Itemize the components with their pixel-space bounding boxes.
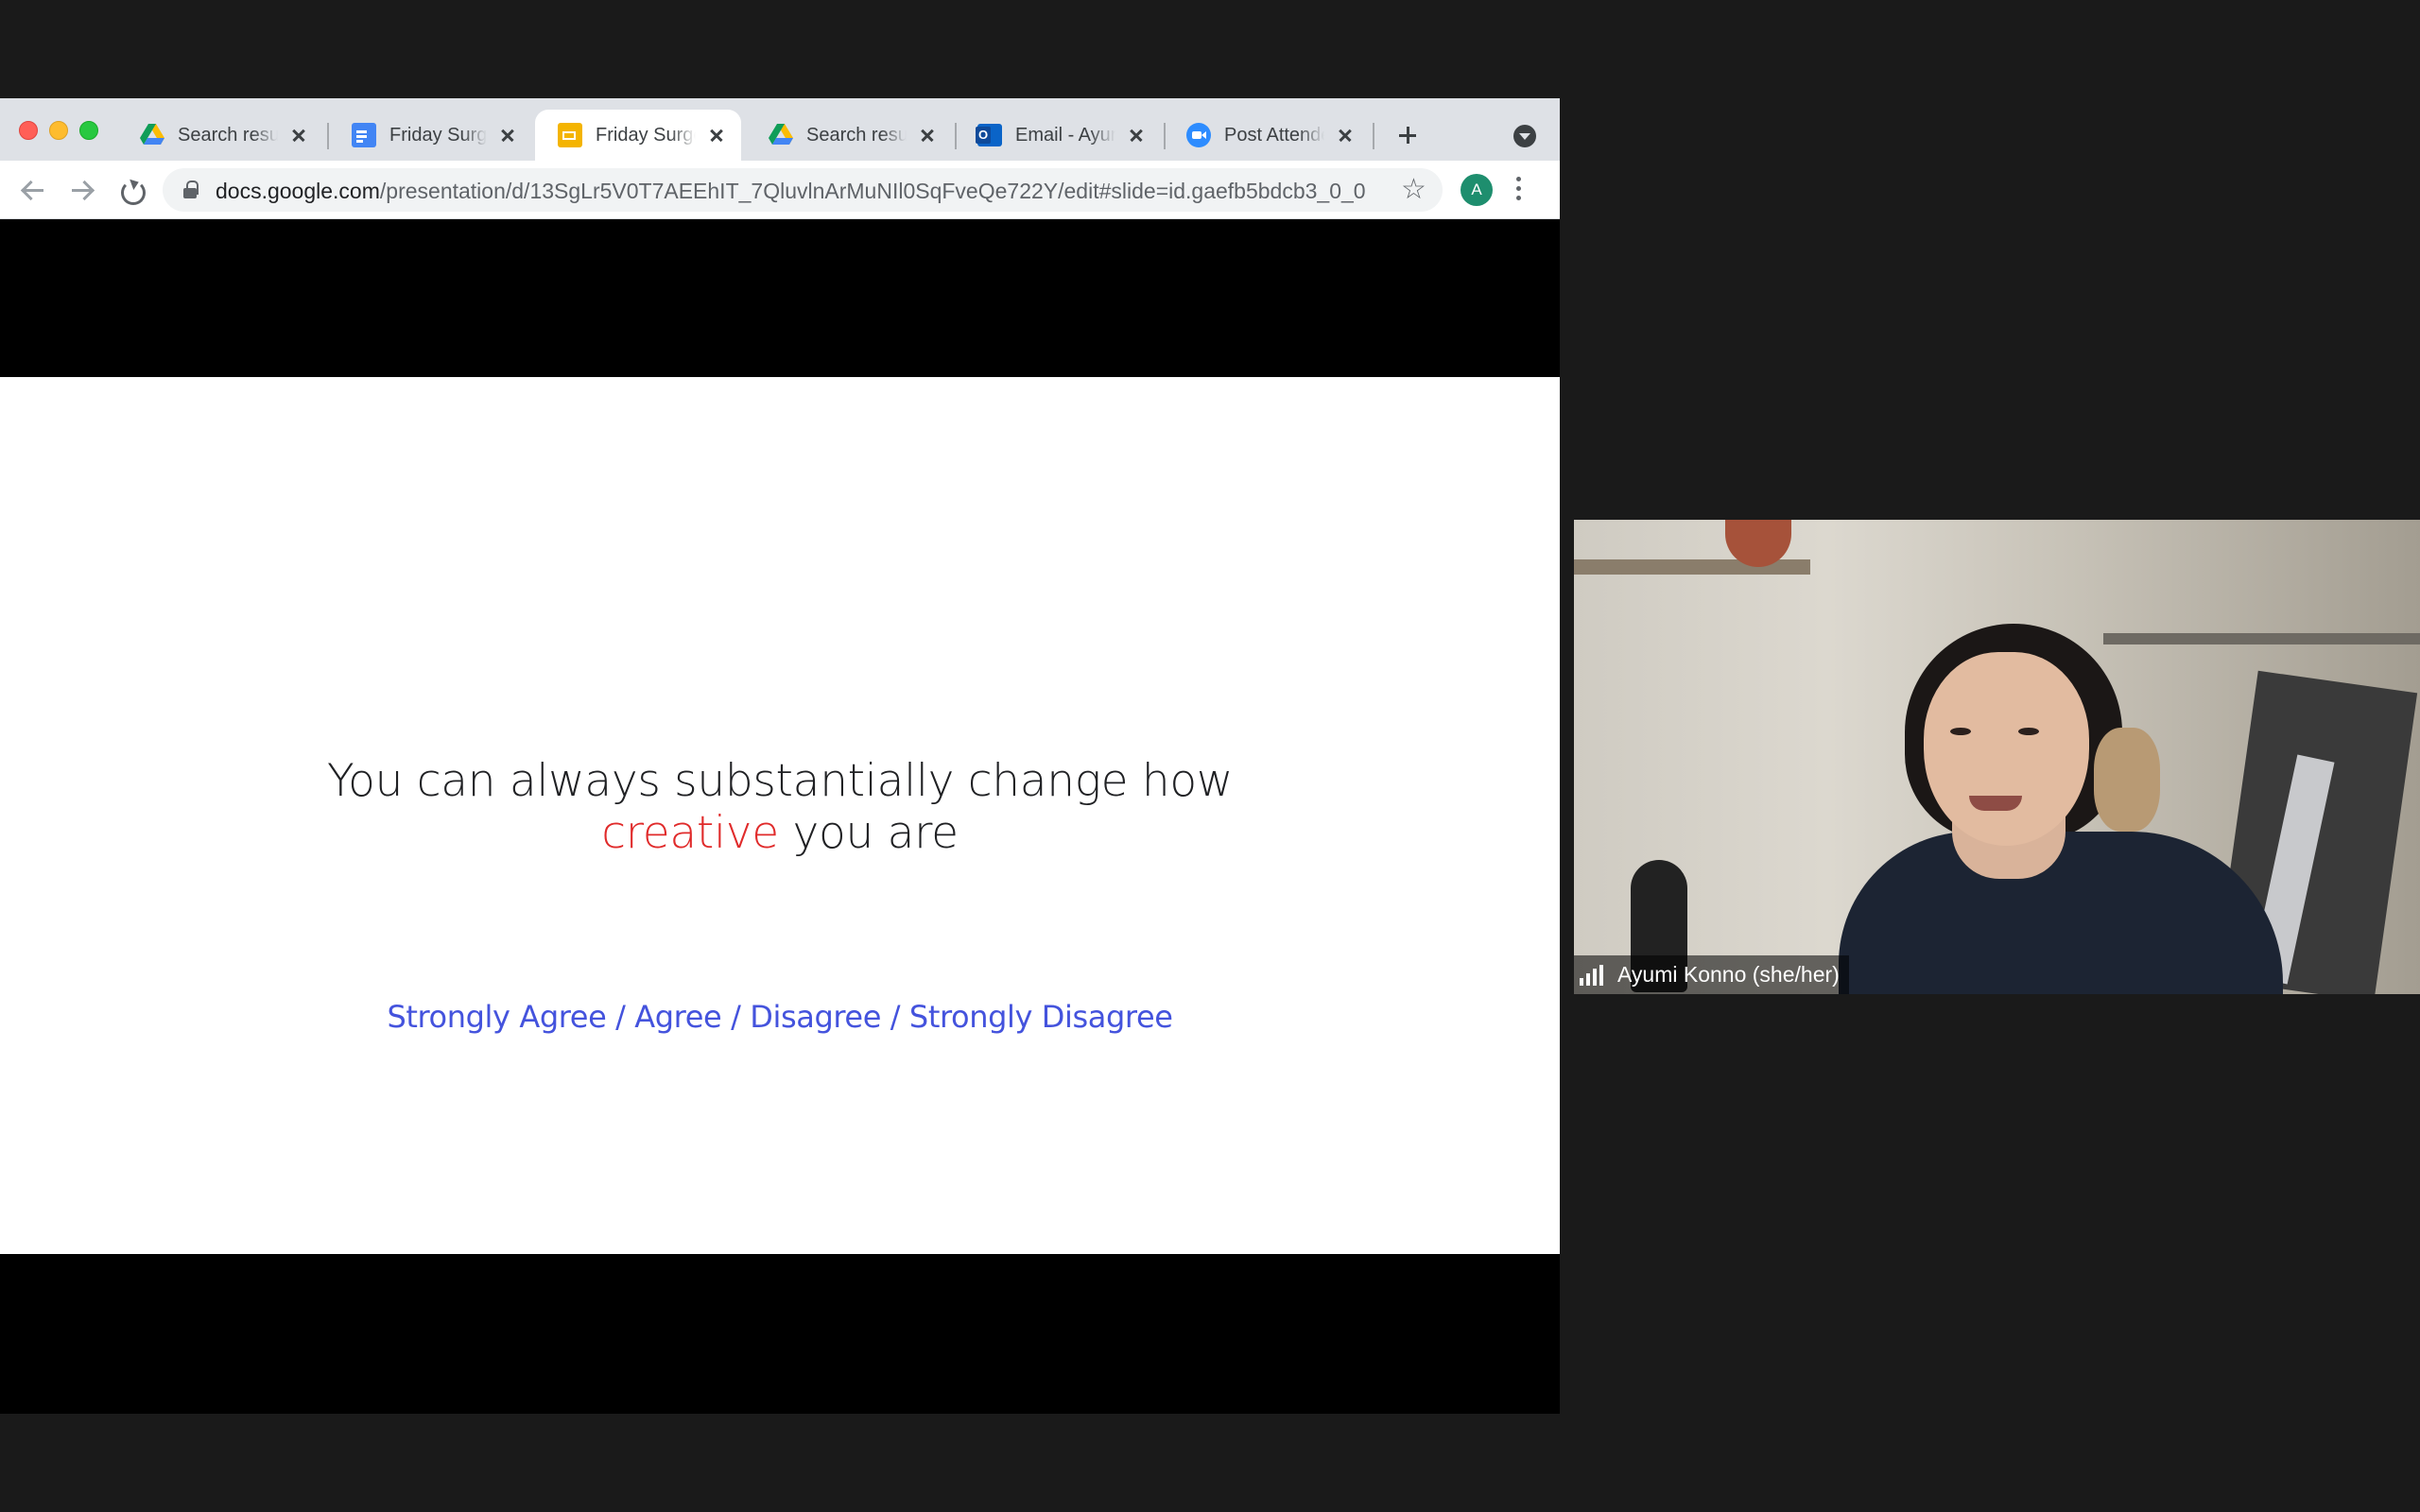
close-icon[interactable] bbox=[705, 124, 728, 146]
presentation-view: You can always substantially change how … bbox=[0, 219, 1560, 1414]
tab-search-results-2[interactable]: Search results bbox=[746, 110, 952, 161]
new-tab-button[interactable] bbox=[1393, 121, 1422, 149]
video-person-face bbox=[1924, 652, 2089, 846]
close-icon[interactable] bbox=[916, 124, 939, 146]
meeting-screen: Search results Friday Surge Friday Surge… bbox=[0, 0, 2420, 1512]
window-maximize-button[interactable] bbox=[79, 121, 98, 140]
tab-title: Email - Ayumi bbox=[1015, 124, 1115, 146]
response-options: Strongly Agree / Agree / Disagree / Stro… bbox=[387, 999, 1173, 1035]
close-icon[interactable] bbox=[1125, 124, 1148, 146]
tab-title: Search results bbox=[806, 124, 907, 146]
participant-name: Ayumi Konno (she/her) bbox=[1617, 962, 1840, 987]
outlook-icon: O bbox=[976, 124, 1002, 146]
tab-search-results-1[interactable]: Search results bbox=[117, 110, 323, 161]
tab-email[interactable]: O Email - Ayumi bbox=[955, 110, 1161, 161]
tab-title: Post Attendee bbox=[1224, 124, 1324, 146]
slide: You can always substantially change how … bbox=[0, 377, 1560, 1254]
window-minimize-button[interactable] bbox=[49, 121, 68, 140]
tab-strip: Search results Friday Surge Friday Surge… bbox=[0, 98, 1560, 161]
arrow-left-icon bbox=[23, 189, 43, 192]
lock-icon[interactable] bbox=[183, 180, 199, 198]
url-text[interactable]: docs.google.com/presentation/d/13SgLr5V0… bbox=[216, 179, 1366, 204]
video-person-eye bbox=[2018, 728, 2039, 735]
video-shelf-right bbox=[2103, 633, 2420, 644]
tab-post-attendee[interactable]: Post Attendee bbox=[1164, 110, 1370, 161]
forward-button[interactable] bbox=[64, 173, 98, 207]
url-path: /presentation/d/13SgLr5V0T7AEEhIT_7Qluvl… bbox=[379, 179, 1366, 203]
close-icon[interactable] bbox=[1334, 124, 1357, 146]
statement-rest: you are bbox=[778, 807, 959, 859]
profile-avatar[interactable]: A bbox=[1461, 174, 1493, 206]
google-slides-icon bbox=[558, 123, 582, 147]
google-drive-icon bbox=[140, 124, 164, 146]
participant-video-tile[interactable]: Ayumi Konno (she/her) bbox=[1574, 520, 2420, 994]
address-bar[interactable]: docs.google.com/presentation/d/13SgLr5V0… bbox=[163, 168, 1443, 212]
video-person-ponytail bbox=[2094, 728, 2160, 832]
tab-friday-surge-doc[interactable]: Friday Surge bbox=[326, 110, 532, 161]
close-icon[interactable] bbox=[287, 124, 310, 146]
google-docs-icon bbox=[352, 123, 376, 147]
video-person-mouth bbox=[1969, 796, 2022, 811]
tab-friday-surge-slides[interactable]: Friday Surge bbox=[535, 110, 741, 161]
statement-highlight: creative bbox=[601, 807, 779, 859]
zoom-icon bbox=[1186, 123, 1211, 147]
url-host: docs.google.com bbox=[216, 179, 380, 203]
tab-title: Friday Surge bbox=[389, 124, 487, 146]
tab-title: Search results bbox=[178, 124, 278, 146]
video-person-eye bbox=[1950, 728, 1971, 735]
bookmark-star-icon[interactable]: ☆ bbox=[1401, 173, 1426, 207]
shared-browser-window: Search results Friday Surge Friday Surge… bbox=[0, 98, 1560, 1414]
statement-line-1: You can always substantially change how bbox=[327, 755, 1233, 807]
close-icon[interactable] bbox=[496, 124, 519, 146]
statement-line-2: creative you are bbox=[0, 807, 1560, 859]
slide-statement: You can always substantially change how … bbox=[0, 755, 1560, 859]
google-drive-icon bbox=[769, 124, 793, 146]
browser-menu-icon[interactable] bbox=[1516, 177, 1522, 203]
signal-strength-icon bbox=[1580, 964, 1606, 986]
participant-name-label: Ayumi Konno (she/her) bbox=[1574, 955, 1849, 994]
tab-title: Friday Surge bbox=[596, 124, 696, 146]
back-button[interactable] bbox=[15, 173, 49, 207]
tab-search-menu-icon[interactable] bbox=[1513, 125, 1536, 147]
arrow-right-icon bbox=[72, 189, 93, 192]
browser-toolbar: docs.google.com/presentation/d/13SgLr5V0… bbox=[0, 161, 1560, 219]
window-close-button[interactable] bbox=[19, 121, 38, 140]
reload-button[interactable] bbox=[113, 173, 147, 207]
tab-divider bbox=[1373, 123, 1374, 149]
